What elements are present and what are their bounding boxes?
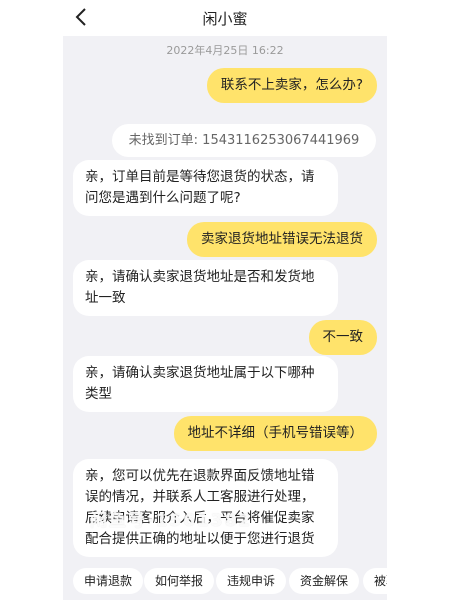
user-message: 地址不详细（手机号错误等） bbox=[173, 416, 377, 451]
quick-action-chip[interactable]: 被骗 bbox=[363, 568, 387, 594]
user-message: 卖家退货地址错误无法退货 bbox=[187, 222, 377, 257]
quick-action-chip[interactable]: 违规申诉 bbox=[216, 568, 287, 594]
page-title: 闲小蜜 bbox=[202, 10, 248, 28]
quick-action-chip[interactable]: 资金解保 bbox=[289, 568, 360, 594]
bot-message: 亲，订单目前是等待您退货的状态，请问您是遇到什么问题了呢? bbox=[73, 160, 338, 216]
bot-message: 亲，请确认卖家退货地址是否和发货地址一致 bbox=[73, 260, 338, 316]
user-message: 联系不上卖家，怎么办? bbox=[206, 68, 377, 103]
quick-action-chip[interactable]: 申请退款 bbox=[73, 568, 144, 594]
header-bar: 闲小蜜 bbox=[0, 0, 450, 36]
quick-actions-bar: 申请退款 如何举报 违规申诉 资金解保 被骗 bbox=[63, 564, 387, 600]
bot-message: 亲，请确认卖家退货地址属于以下哪种类型 bbox=[73, 356, 338, 412]
user-message: 不一致 bbox=[308, 320, 377, 355]
system-note: 未找到订单: 1543116253067441969 bbox=[112, 124, 376, 157]
quick-action-chip[interactable]: 如何举报 bbox=[144, 568, 215, 594]
chat-timestamp: 2022年4月25日 16:22 bbox=[166, 44, 284, 57]
watermark: 闲鱼号·1561382 bbox=[90, 511, 253, 530]
